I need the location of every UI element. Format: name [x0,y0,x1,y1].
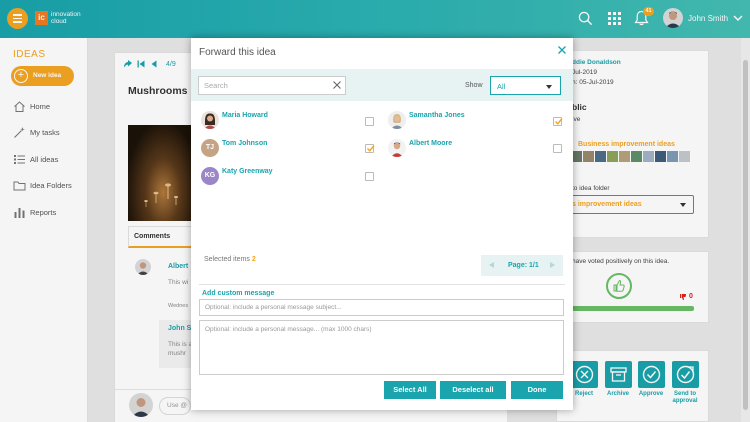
show-filter-select[interactable]: All [490,76,561,95]
user-name[interactable]: Katy Greenway [222,168,273,175]
user-checkbox[interactable] [365,172,374,181]
user-name[interactable]: Maria Howard [222,112,268,119]
user-name[interactable]: Albert Moore [409,140,452,147]
message-subject-input[interactable]: Optional: include a personal message sub… [199,299,564,316]
message-body-input[interactable]: Optional: include a personal message... … [199,320,564,375]
user-name[interactable]: Samantha Jones [409,112,465,119]
page-indicator: Page: 1/1 [508,262,539,269]
user-avatar [388,139,406,157]
show-label: Show [465,82,483,89]
forward-idea-dialog: Forward this idea Search Show All Maria … [191,38,573,410]
dialog-title: Forward this idea [199,47,276,58]
user-checkbox[interactable] [365,117,374,126]
user-avatar [388,111,406,129]
done-button[interactable]: Done [511,381,563,399]
custom-message-label[interactable]: Add custom message [202,290,274,297]
clear-search-icon[interactable] [332,80,342,90]
select-all-button[interactable]: Select All [384,381,436,399]
user-avatar: TJ [201,139,219,157]
deselect-all-button[interactable]: Deselect all [440,381,506,399]
pagination: Page: 1/1 [481,255,563,276]
caret-down-icon [546,85,552,89]
previous-page-icon[interactable] [489,262,494,268]
user-checkbox[interactable] [553,144,562,153]
selected-items: Selected items 2 [204,256,256,263]
next-page-icon[interactable] [550,262,555,268]
user-avatar [201,111,219,129]
user-name[interactable]: Tom Johnson [222,140,267,147]
user-search-input[interactable]: Search [198,76,346,95]
selected-count: 2 [251,256,256,263]
user-avatar: KG [201,167,219,185]
close-icon[interactable] [557,45,567,55]
user-checkbox[interactable] [553,117,563,126]
user-checkbox[interactable] [365,144,375,153]
divider [199,284,565,285]
